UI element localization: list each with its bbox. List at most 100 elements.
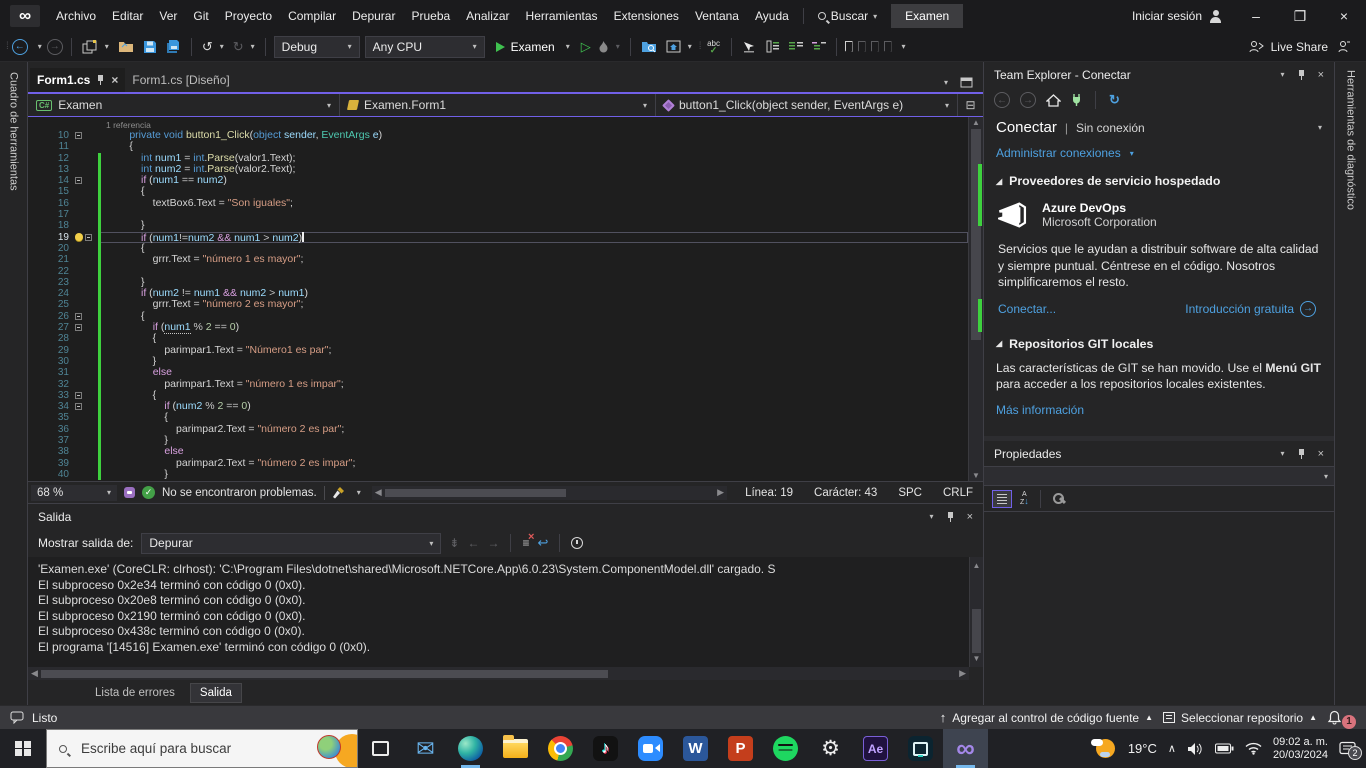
window-position-dropdown[interactable]: ▾: [1281, 70, 1285, 79]
block-selection-button[interactable]: [764, 38, 782, 55]
chevron-down-icon[interactable]: ▾: [38, 42, 42, 51]
scrollbar-thumb[interactable]: [40, 669, 609, 678]
properties-object-combo[interactable]: ▾: [984, 466, 1334, 486]
output-vertical-scrollbar[interactable]: ▲ ▼: [969, 557, 983, 667]
code-line-29[interactable]: 29 parimpar1.Text = "Número1 es par";: [28, 344, 968, 356]
taskbar-powerpoint-button[interactable]: P: [718, 729, 763, 768]
menu-compilar[interactable]: Compilar: [280, 5, 344, 27]
float-window-icon[interactable]: [960, 77, 973, 88]
menu-ayuda[interactable]: Ayuda: [747, 5, 797, 27]
output-source-combo[interactable]: Depurar ▾: [141, 532, 442, 554]
azure-intro-link[interactable]: Introducción gratuita: [1185, 302, 1294, 316]
code-line-40[interactable]: 40 }: [28, 468, 968, 481]
maximize-button[interactable]: ❐: [1278, 0, 1322, 32]
menu-depurar[interactable]: Depurar: [344, 5, 403, 27]
save-button[interactable]: [141, 38, 159, 56]
menu-ventana[interactable]: Ventana: [687, 5, 747, 27]
scroll-right-arrow[interactable]: ▶: [956, 668, 969, 679]
taskbar-word-button[interactable]: W: [673, 729, 718, 768]
clock[interactable]: 09:02 a. m. 20/03/2024: [1273, 736, 1328, 762]
solution-name-badge[interactable]: Examen: [891, 4, 964, 28]
select-repository-button[interactable]: Seleccionar repositorio ▲: [1163, 711, 1317, 725]
team-explorer-title[interactable]: Team Explorer - Conectar ▾ ×: [984, 62, 1334, 87]
close-icon[interactable]: ×: [1318, 69, 1324, 81]
editor-horizontal-scrollbar[interactable]: ◀ ▶: [371, 485, 728, 500]
outline-collapse-icon[interactable]: [85, 233, 92, 241]
outline-collapse-icon[interactable]: [75, 132, 82, 140]
battery-icon[interactable]: [1214, 743, 1234, 754]
tab-salida[interactable]: Salida: [189, 682, 242, 703]
type-dropdown[interactable]: Examen.Form1 ▾: [340, 94, 656, 116]
solution-configurations-combo[interactable]: Debug ▾: [273, 35, 360, 58]
next-bookmark-button[interactable]: [870, 41, 879, 52]
start-without-debugging-button[interactable]: ▷: [581, 39, 591, 55]
tab-form1cs-diseno[interactable]: Form1.cs [Diseño]: [125, 68, 236, 92]
pin-icon[interactable]: [946, 511, 955, 522]
output-panel-title[interactable]: Salida ▾ ×: [28, 504, 983, 529]
forward-button[interactable]: →: [1020, 92, 1036, 108]
window-position-dropdown[interactable]: ▾: [1281, 449, 1285, 458]
timestamp-icon[interactable]: [571, 537, 584, 549]
hot-reload-button[interactable]: ▾: [596, 38, 622, 55]
problems-status[interactable]: No se encontraron problemas.: [162, 487, 317, 499]
project-dropdown[interactable]: C# Examen ▾: [28, 94, 340, 116]
live-share-button[interactable]: Live Share: [1249, 40, 1360, 54]
navigate-back-button[interactable]: ←: [11, 38, 28, 55]
start-debugging-button[interactable]: Examen ▾: [490, 37, 576, 57]
code-line-39[interactable]: 39 parimpar2.Text = "número 2 es impar";: [28, 457, 968, 469]
home-icon[interactable]: [1046, 93, 1061, 107]
taskbar-zoom-button[interactable]: [628, 729, 673, 768]
goto-message-icon[interactable]: ⇟: [449, 536, 459, 550]
scroll-right-arrow[interactable]: ▶: [714, 487, 727, 498]
weather-icon[interactable]: [1090, 736, 1117, 762]
code-cleanup-broom-icon[interactable]: [332, 486, 345, 499]
code-line-16[interactable]: 16 textBox6.Text = "Son iguales";: [28, 197, 968, 210]
close-icon[interactable]: ×: [111, 73, 118, 87]
clear-bookmarks-button[interactable]: [883, 41, 892, 52]
pin-icon[interactable]: [1297, 448, 1306, 459]
outline-collapse-icon[interactable]: [75, 391, 82, 399]
code-line-22[interactable]: 22: [28, 265, 968, 277]
find-in-files-button[interactable]: [639, 38, 659, 55]
menu-proyecto[interactable]: Proyecto: [217, 5, 280, 27]
alphabetical-sort-button[interactable]: A Z↓: [1020, 491, 1029, 506]
toolbox-side-tab[interactable]: Cuadro de herramientas: [0, 62, 28, 705]
tab-lista-de-errores[interactable]: Lista de errores: [86, 684, 184, 702]
close-icon[interactable]: ×: [1318, 448, 1324, 460]
scroll-up-arrow[interactable]: ▲: [970, 558, 983, 574]
output-content[interactable]: 'Examen.exe' (CoreCLR: clrhost): 'C:\Pro…: [28, 557, 983, 667]
open-file-button[interactable]: [116, 38, 136, 55]
taskbar-after-effects-button[interactable]: Ae: [853, 729, 898, 768]
taskbar-spotify-button[interactable]: [763, 729, 808, 768]
code-line-25[interactable]: 25 grrr.Text = "número 2 es mayor";: [28, 299, 968, 311]
code-line-27[interactable]: 27 if (num1 % 2 == 0): [28, 321, 968, 335]
taskbar-search-box[interactable]: Escribe aquí para buscar: [46, 729, 358, 768]
editor-vertical-scrollbar[interactable]: ▲ ▼: [968, 117, 983, 481]
add-to-source-control-button[interactable]: ↑ Agregar al control de código fuente ▲: [940, 710, 1153, 725]
clear-all-icon[interactable]: ≡: [522, 531, 534, 550]
code-line-21[interactable]: 21 grrr.Text = "número 1 es mayor";: [28, 254, 968, 266]
intellisense-icon[interactable]: [124, 487, 135, 498]
scrollbar-thumb[interactable]: [384, 488, 566, 497]
chevron-down-icon[interactable]: ▾: [357, 488, 361, 497]
minimize-button[interactable]: –: [1234, 0, 1278, 32]
outline-collapse-icon[interactable]: [75, 324, 82, 332]
navigate-home-button[interactable]: ▾: [664, 38, 694, 55]
taskbar-task-view-button[interactable]: [358, 729, 403, 768]
tray-overflow-chevron[interactable]: ∧: [1168, 742, 1176, 755]
taskbar-edge-button[interactable]: [448, 729, 493, 768]
hosted-providers-section[interactable]: ◢ Proveedores de servicio hospedado: [996, 174, 1322, 188]
word-wrap-icon[interactable]: ↩: [537, 535, 548, 551]
menu-editar[interactable]: Editar: [104, 5, 151, 27]
taskbar-chrome-button[interactable]: [538, 729, 583, 768]
local-git-section[interactable]: ◢ Repositorios GIT locales: [996, 337, 1322, 351]
outline-collapse-icon[interactable]: [75, 312, 82, 320]
code-line-34[interactable]: 34 if (num2 % 2 == 0): [28, 400, 968, 413]
connect-header[interactable]: Conectar | Sin conexión ▾: [996, 119, 1322, 136]
scrollbar-thumb[interactable]: [972, 609, 981, 653]
code-line-18[interactable]: 18 }: [28, 220, 968, 232]
connections-plug-icon[interactable]: [1071, 93, 1082, 107]
code-line-10[interactable]: 10 private void button1_Click(object sen…: [28, 129, 968, 141]
navigate-forward-button[interactable]: →: [46, 38, 63, 55]
tab-form1cs[interactable]: Form1.cs ×: [30, 68, 126, 92]
